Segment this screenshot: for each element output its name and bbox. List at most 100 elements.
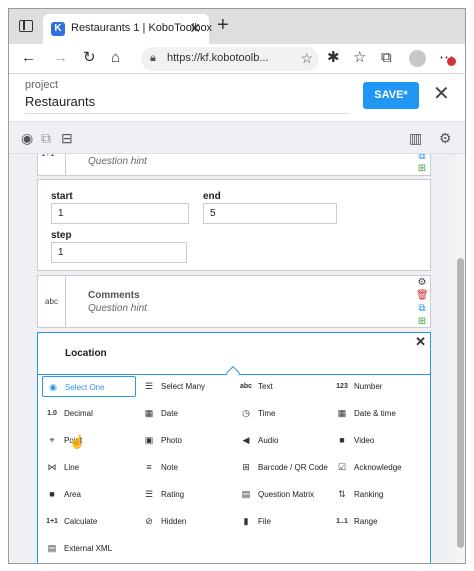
question-type-icon: 1+1 <box>38 154 66 175</box>
type-option-line[interactable]: ⋈ Line <box>42 457 136 478</box>
tab-close-icon[interactable]: ✕ <box>189 20 201 37</box>
collections-icon[interactable]: ⧉ <box>381 49 392 67</box>
save-button[interactable]: SAVE* <box>363 82 419 109</box>
question-settings-icon[interactable]: ⚙ <box>416 277 428 289</box>
date-icon: ▦ <box>144 408 154 418</box>
file-icon: ▮ <box>243 516 249 526</box>
address-bar[interactable]: 🔒︎ https://kf.kobotoolb... ☆ <box>141 47 319 71</box>
type-option-label: Barcode / QR Code <box>258 463 328 472</box>
question-hint[interactable]: Question hint <box>88 156 147 167</box>
type-option-label: Range <box>354 517 378 526</box>
step-input[interactable]: 1 <box>51 242 187 263</box>
type-option-barcode-qr-code[interactable]: ⊞ Barcode / QR Code <box>236 457 330 478</box>
type-option-label: Select Many <box>161 382 206 391</box>
kobo-favicon-icon: K <box>51 22 65 36</box>
start-input[interactable]: 1 <box>51 203 189 224</box>
type-option-calculate[interactable]: 1+1 Calculate <box>42 511 136 532</box>
line-icon: ⋈ <box>47 462 57 472</box>
picker-close-icon[interactable]: ✕ <box>415 334 426 350</box>
type-option-label: File <box>258 517 271 526</box>
type-option-file[interactable]: ▮ File <box>236 511 330 532</box>
text-type-icon: abc <box>38 276 66 327</box>
type-option-question-matrix[interactable]: ▤ Question Matrix <box>236 484 330 505</box>
type-option-label: Audio <box>258 436 279 445</box>
select-one-icon: ◉ <box>49 382 57 392</box>
type-option-label: Rating <box>161 490 185 499</box>
add-to-library-icon[interactable]: ⊞ <box>416 163 428 175</box>
type-option-date[interactable]: ▦ Date <box>139 403 233 424</box>
type-option-audio[interactable]: ◀ Audio <box>236 430 330 451</box>
question-type-picker: ✕ Location ◉ Select One ☰ Select Many abc Tex… <box>37 332 431 563</box>
type-option-select-many[interactable]: ☰ Select Many <box>139 376 233 397</box>
question-matrix-icon: ▤ <box>241 489 251 499</box>
address-bar-row: ← → ↻ ⌂ 🔒︎ https://kf.kobotoolb... ☆ ✱ ☆… <box>9 44 465 74</box>
time-icon: ◷ <box>242 408 250 418</box>
external-xml-icon: ▤ <box>47 543 57 553</box>
type-option-time[interactable]: ◷ Time <box>236 403 330 424</box>
notification-badge <box>447 57 456 66</box>
add-to-library-icon[interactable]: ⊞ <box>416 316 428 328</box>
forward-icon[interactable]: → <box>53 49 68 67</box>
form-header: project Restaurants SAVE* ✕ <box>9 74 465 122</box>
question-label[interactable]: Comments <box>88 290 140 301</box>
question-card-comments[interactable]: abc Comments Question hint ⚙ 🗑︎ ⧉ ⊞ <box>37 275 431 328</box>
question-hint[interactable]: Question hint <box>88 303 147 314</box>
type-option-external-xml[interactable]: ▤ External XML <box>42 538 136 559</box>
group-icon[interactable]: ⧉ <box>41 130 51 146</box>
type-option-label: Text <box>258 382 273 391</box>
library-icon[interactable]: ▥ <box>409 130 422 146</box>
browser-tab[interactable]: K Restaurants 1 | KoboToolbox ✕ <box>43 14 212 44</box>
type-option-video[interactable]: ■ Video <box>332 430 426 451</box>
duplicate-icon[interactable]: ⧉ <box>416 303 428 315</box>
vertical-scrollbar[interactable] <box>455 154 465 563</box>
type-option-note[interactable]: ≡ Note <box>139 457 233 478</box>
type-option-select-one[interactable]: ◉ Select One <box>42 376 136 397</box>
preview-eye-icon[interactable]: ◉ <box>21 130 33 146</box>
type-option-rating[interactable]: ☰ Rating <box>139 484 233 505</box>
type-option-photo[interactable]: ▣ Photo <box>139 430 233 451</box>
type-option-label: Calculate <box>64 517 98 526</box>
close-form-icon[interactable]: ✕ <box>433 83 450 105</box>
scroll-thumb[interactable] <box>457 258 464 548</box>
type-option-ranking[interactable]: ⇅ Ranking <box>332 484 426 505</box>
type-option-decimal[interactable]: 1.0 Decimal <box>42 403 136 424</box>
type-option-number[interactable]: 123 Number <box>332 376 426 397</box>
type-option-label: Time <box>258 409 276 418</box>
home-icon[interactable]: ⌂ <box>111 49 120 67</box>
number-icon: 123 <box>336 383 348 390</box>
type-option-label: Photo <box>161 436 182 445</box>
type-option-acknowledge[interactable]: ☑ Acknowledge <box>332 457 426 478</box>
type-option-range[interactable]: 1..1 Range <box>332 511 426 532</box>
form-toolbar: ◉ ⧉ ⊟ ▥ ⚙ <box>9 122 465 154</box>
delete-icon[interactable]: 🗑︎ <box>416 290 429 302</box>
extensions-icon[interactable]: ✱ <box>327 49 340 67</box>
profile-avatar[interactable] <box>409 50 426 67</box>
question-card[interactable]: 1+1 Question hint ⧉ ⊞ <box>37 154 431 176</box>
favorites-icon[interactable]: ☆ <box>353 49 366 67</box>
refresh-icon[interactable]: ↻ <box>83 49 96 67</box>
type-option-date-time[interactable]: ▦ Date & time <box>332 403 426 424</box>
photo-icon: ▣ <box>144 435 154 445</box>
settings-gear-icon[interactable]: ⚙ <box>439 130 452 146</box>
project-name-input[interactable]: Restaurants <box>25 94 349 114</box>
new-tab-icon[interactable]: + <box>217 14 229 36</box>
mouse-pointer-icon: ☝ <box>69 434 86 449</box>
back-icon[interactable]: ← <box>21 49 36 67</box>
duplicate-icon[interactable]: ⧉ <box>416 154 428 163</box>
rating-icon: ☰ <box>144 489 154 499</box>
type-option-text[interactable]: abc Text <box>236 376 330 397</box>
point-icon: ⌖ <box>49 435 55 445</box>
type-option-area[interactable]: ■ Area <box>42 484 136 505</box>
barcode-qr-code-icon: ⊞ <box>242 462 250 472</box>
type-option-hidden[interactable]: ⊘ Hidden <box>139 511 233 532</box>
url-text[interactable]: https://kf.kobotoolb... <box>167 52 295 64</box>
tab-actions-icon[interactable] <box>19 20 33 32</box>
layout-icon[interactable]: ⊟ <box>61 130 73 146</box>
calculate-icon: 1+1 <box>46 518 58 525</box>
audio-icon: ◀ <box>242 435 250 445</box>
type-option-label: Date <box>161 409 178 418</box>
end-input[interactable]: 5 <box>203 203 337 224</box>
decimal-icon: 1.0 <box>47 410 57 417</box>
type-option-point[interactable]: ⌖ Point <box>42 430 136 451</box>
favorite-star-icon[interactable]: ☆ <box>300 50 313 67</box>
